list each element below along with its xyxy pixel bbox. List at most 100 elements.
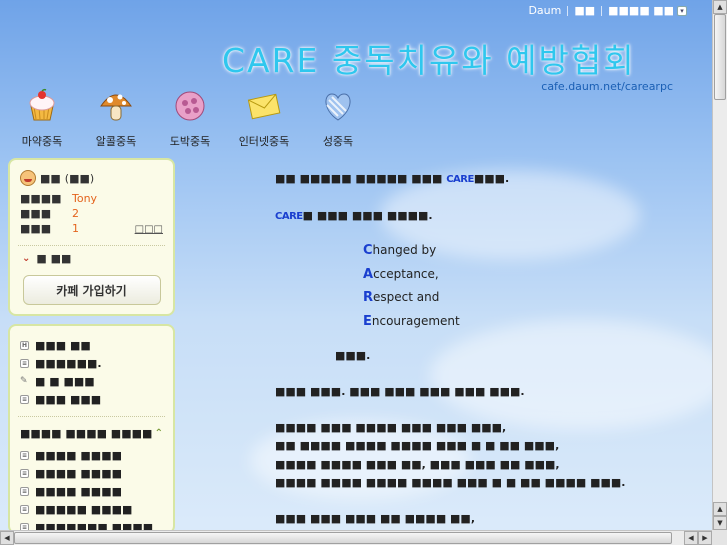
acronym-letter: R: [363, 290, 374, 305]
profile-row-label: ■■■: [20, 222, 52, 235]
board-icon: ≡: [20, 468, 29, 478]
nav-label: 도박중독: [169, 135, 211, 148]
acronym-line: Encouragement: [363, 310, 695, 334]
menu-item-label: ■■■■ ■■■■: [35, 466, 122, 480]
content-line: ■■■■ ■■■■ ■■■ ■■, ■■■ ■■■ ■■ ■■■,: [275, 457, 560, 471]
menu-item[interactable]: ≡ ■■■ ■■■: [20, 390, 163, 408]
acronym-rest: hanged by: [372, 243, 437, 257]
top-link[interactable]: ■■: [574, 4, 595, 17]
menu-item[interactable]: ≡ ■■■■■■.: [20, 354, 163, 372]
care-keyword: CARE: [446, 174, 474, 185]
acronym-line: Respect and: [363, 286, 695, 310]
content-line: ■■■ ■■■ ■■■ ■■ ■■■■ ■■,: [275, 511, 476, 525]
join-cafe-button[interactable]: 카페 가입하기: [22, 275, 161, 305]
menu-item-label: ■■■■■■.: [35, 356, 102, 370]
menu-item-label: ■■■■ ■■■■: [35, 448, 122, 462]
site-url[interactable]: cafe.daum.net/carearpc: [541, 80, 673, 93]
horizontal-scroll-thumb[interactable]: [14, 532, 672, 544]
nav-label: 알콜중독: [95, 135, 137, 148]
scroll-up-button[interactable]: ▲: [713, 502, 727, 516]
top-dropdown-label: ■■■■ ■■: [608, 4, 674, 17]
profile-more-link[interactable]: □□□: [135, 224, 163, 235]
menu-item[interactable]: ≡ ■■■■ ■■■■: [20, 482, 163, 500]
acronym-line: Changed by: [363, 239, 695, 263]
acronym-letter: A: [363, 266, 374, 282]
scroll-left-button[interactable]: ◀: [684, 531, 698, 545]
daum-link[interactable]: Daum: [528, 4, 561, 17]
scroll-down-button[interactable]: ▼: [713, 516, 727, 530]
vertical-scroll-thumb[interactable]: [714, 14, 726, 100]
chevron-down-icon: ⌄: [22, 253, 31, 264]
menu-item[interactable]: ≡ ■■■■ ■■■■: [20, 464, 163, 482]
divider: [601, 5, 603, 16]
divider: [18, 416, 165, 417]
board-icon: ≡: [20, 450, 29, 460]
collapse-label: ■ ■■: [36, 252, 72, 265]
scroll-up-button[interactable]: ▲: [713, 0, 727, 14]
content-text: ■■ ■■■■■ ■■■■■ ■■■: [275, 172, 447, 185]
acronym-rest: ncouragement: [371, 313, 460, 328]
chevron-up-icon[interactable]: ⌃: [155, 428, 163, 439]
care-keyword: CARE: [275, 210, 303, 222]
nav-label: 인터넷중독: [238, 135, 290, 148]
content-paragraph: CARE■ ■■■ ■■■ ■■■■.: [275, 207, 695, 226]
menu-item-label: ■■■■ ■■■■: [35, 484, 122, 498]
avatar[interactable]: [20, 170, 36, 186]
menu-item[interactable]: ≡ ■■■■■ ■■■■: [20, 500, 163, 518]
vertical-scrollbar[interactable]: ▲ ▲ ▼: [712, 0, 727, 530]
content-paragraph: ■■■■ ■■■ ■■■■ ■■■ ■■■ ■■■, ■■ ■■■■ ■■■■ …: [275, 419, 695, 492]
main-content: ■■ ■■■■■ ■■■■■ ■■■ CARE■■■. CARE■ ■■■ ■■…: [275, 170, 695, 545]
top-utility-bar: Daum ■■ ■■■■ ■■ ▾: [528, 4, 687, 17]
collapse-toggle[interactable]: ⌄ ■ ■■: [10, 246, 173, 271]
nav-label: 마약중독: [21, 135, 63, 148]
nav-item-sex[interactable]: 성중독: [310, 88, 366, 149]
scrollbar-corner: [712, 530, 727, 545]
divider: [567, 5, 569, 16]
pencil-icon: ✎: [20, 376, 28, 386]
menu-section-title: ■■■■ ■■■■ ■■■■: [20, 427, 153, 440]
profile-row-value: Tony: [72, 192, 98, 205]
cupcake-icon: [29, 88, 55, 121]
nav-item-drug[interactable]: 마약중독: [14, 88, 70, 149]
nav-item-internet[interactable]: 인터넷중독: [236, 88, 292, 149]
board-icon: ≡: [20, 394, 29, 404]
menu-item[interactable]: ≡ ■■■■ ■■■■: [20, 446, 163, 464]
nav-item-alcohol[interactable]: 알콜중독: [88, 88, 144, 149]
profile-header: ■■ (■■): [10, 160, 173, 190]
pink-ball-icon: [175, 91, 205, 121]
profile-grade: (■■): [64, 171, 95, 185]
profile-row-value: 2: [72, 207, 79, 220]
menu-top-list: H ■■■ ■■ ≡ ■■■■■■. ✎ ■ ■ ■■■ ≡ ■■■ ■■■: [10, 326, 173, 408]
profile-name: ■■: [40, 171, 61, 185]
menu-item-label: ■■■■■ ■■■■: [35, 502, 133, 516]
menu-section-header[interactable]: ■■■■ ■■■■ ■■■■ ⌃: [20, 427, 163, 440]
nav-item-gambling[interactable]: 도박중독: [162, 88, 218, 149]
menu-item-label: ■■■ ■■■: [35, 392, 102, 406]
nav-label: 성중독: [322, 135, 354, 148]
top-dropdown[interactable]: ■■■■ ■■ ▾: [608, 4, 687, 17]
site-title[interactable]: CARE 중독치유와 예방협회: [222, 34, 636, 82]
board-icon: ≡: [20, 504, 29, 514]
heart-icon: [325, 93, 351, 121]
menu-item[interactable]: H ■■■ ■■: [20, 336, 163, 354]
profile-row-label: ■■■■: [20, 192, 62, 205]
category-nav: 마약중독 알콜중독 도박중독 인터넷중독 성중독: [14, 88, 366, 149]
menu-box: H ■■■ ■■ ≡ ■■■■■■. ✎ ■ ■ ■■■ ≡ ■■■ ■■■ ■■■■ …: [8, 324, 175, 534]
mushroom-icon: [100, 94, 132, 121]
profile-box: ■■ (■■) ■■■■ Tony ■■■ 2 ■■■ 1 □□□ ⌄ ■ ■■…: [8, 158, 175, 316]
horizontal-scrollbar[interactable]: ◀ ◀ ▶: [0, 530, 712, 545]
menu-item-label: ■■■ ■■: [35, 338, 91, 352]
menu-item[interactable]: ✎ ■ ■ ■■■: [20, 372, 163, 390]
content-note: ■■■.: [335, 349, 371, 362]
scroll-right-button[interactable]: ▶: [698, 531, 712, 545]
menu-section-list: ≡ ■■■■ ■■■■ ≡ ■■■■ ■■■■ ≡ ■■■■ ■■■■ ≡ ■■■■■ …: [10, 446, 173, 536]
board-icon: ≡: [20, 358, 29, 368]
chevron-down-icon[interactable]: ▾: [677, 5, 687, 16]
content-paragraph: ■■ ■■■■■ ■■■■■ ■■■ CARE■■■.: [275, 170, 695, 189]
acronym-letter: C: [363, 243, 373, 258]
content-line: ■■ ■■■■ ■■■■ ■■■■ ■■■ ■ ■ ■■ ■■■,: [275, 439, 560, 453]
menu-item-label: ■ ■ ■■■: [35, 374, 95, 388]
content-line: ■■■■ ■■■■ ■■■■ ■■■■ ■■■ ■ ■ ■■ ■■■■ ■■■.: [275, 475, 626, 489]
acronym-rest: cceptance,: [373, 266, 439, 281]
scroll-left-button[interactable]: ◀: [0, 531, 14, 545]
